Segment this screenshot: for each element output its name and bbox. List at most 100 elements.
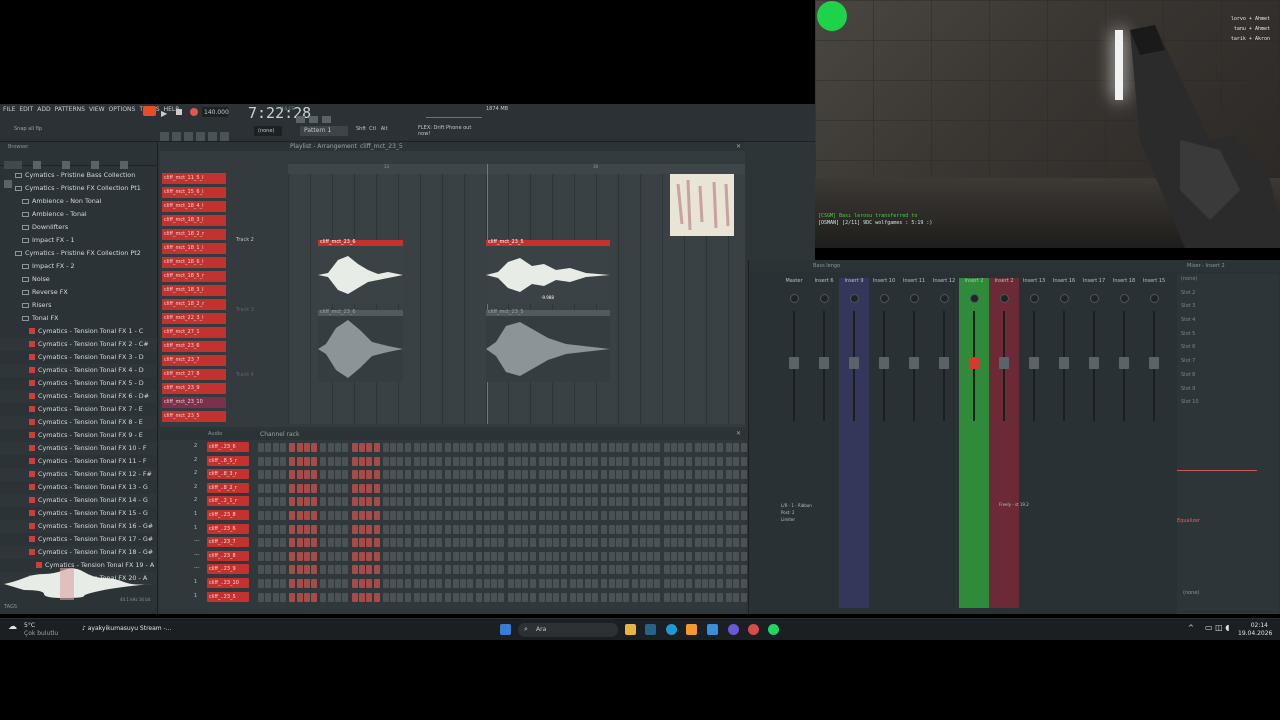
step-button[interactable] (390, 483, 397, 493)
menu-add[interactable]: ADD (35, 106, 52, 113)
step-button[interactable] (483, 538, 490, 548)
step-button[interactable] (320, 538, 327, 548)
step-button[interactable] (601, 483, 608, 493)
step-button[interactable] (726, 443, 732, 452)
step-button[interactable] (670, 483, 677, 493)
step-button[interactable] (452, 551, 459, 561)
step-button[interactable] (397, 551, 404, 561)
step-button[interactable] (303, 592, 310, 602)
step-button[interactable] (529, 483, 536, 493)
step-button[interactable] (601, 497, 608, 507)
step-button[interactable] (647, 443, 653, 452)
step-button[interactable] (507, 565, 514, 575)
step-button[interactable] (397, 456, 404, 466)
step-button[interactable] (716, 524, 723, 534)
step-button[interactable] (279, 511, 286, 520)
step-button[interactable] (258, 538, 264, 548)
step-button[interactable] (632, 456, 639, 466)
step-button[interactable] (491, 470, 497, 480)
step-button[interactable] (639, 497, 646, 507)
step-button[interactable] (320, 592, 327, 602)
step-button[interactable] (591, 524, 598, 534)
step-button[interactable] (404, 443, 411, 452)
audio-clip-muted[interactable]: cliff_mct_23_6 (318, 309, 403, 382)
step-button[interactable] (258, 592, 264, 602)
step-button[interactable] (702, 497, 709, 507)
fx-slot[interactable]: Slot 7 (1177, 358, 1279, 372)
step-button[interactable] (522, 565, 529, 575)
step-button[interactable] (570, 483, 576, 493)
step-button[interactable] (342, 511, 349, 520)
step-button[interactable] (320, 456, 327, 466)
step-button[interactable] (678, 443, 685, 452)
step-button[interactable] (459, 592, 466, 602)
step-button[interactable] (452, 538, 459, 548)
step-button[interactable] (421, 456, 428, 466)
pan-knob[interactable] (999, 294, 1009, 303)
step-button[interactable] (678, 483, 685, 493)
mixer-track-number[interactable]: 1 (194, 511, 197, 517)
step-button[interactable] (320, 483, 327, 493)
step-button[interactable] (351, 538, 358, 548)
step-button[interactable] (560, 456, 567, 466)
step-button[interactable] (601, 443, 608, 452)
step-button[interactable] (265, 538, 272, 548)
step-button[interactable] (483, 456, 490, 466)
browser-folder[interactable]: Cymatics - Pristine Bass Collection (0, 169, 157, 182)
step-button[interactable] (397, 511, 404, 520)
browser-folder[interactable]: Risers (0, 299, 157, 312)
step-button[interactable] (303, 565, 310, 575)
step-button[interactable] (483, 511, 490, 520)
step-button[interactable] (483, 443, 490, 452)
step-button[interactable] (670, 565, 677, 575)
step-button[interactable] (265, 497, 272, 507)
step-button[interactable] (623, 511, 630, 520)
step-button[interactable] (459, 443, 466, 452)
step-button[interactable] (553, 470, 560, 480)
step-button[interactable] (647, 511, 653, 520)
step-button[interactable] (279, 497, 286, 507)
step-button[interactable] (351, 456, 358, 466)
volume-fader[interactable] (969, 311, 979, 421)
step-button[interactable] (421, 551, 428, 561)
step-button[interactable] (428, 443, 435, 452)
step-button[interactable] (467, 592, 474, 602)
step-button[interactable] (491, 524, 497, 534)
step-button[interactable] (529, 579, 536, 588)
browser-file[interactable]: Cymatics - Tension Tonal FX 18 - G# (0, 546, 157, 559)
step-button[interactable] (327, 538, 334, 548)
step-button[interactable] (459, 470, 466, 480)
step-button[interactable] (577, 470, 584, 480)
step-button[interactable] (654, 497, 661, 507)
step-button[interactable] (608, 443, 615, 452)
step-button[interactable] (435, 443, 442, 452)
step-button[interactable] (258, 470, 264, 480)
step-button[interactable] (373, 497, 380, 507)
step-button[interactable] (740, 551, 747, 561)
step-button[interactable] (740, 470, 747, 480)
step-button[interactable] (342, 538, 349, 548)
step-button[interactable] (632, 551, 639, 561)
browser-folder[interactable]: Ambience - Non Tonal (0, 195, 157, 208)
step-button[interactable] (685, 456, 692, 466)
step-button[interactable] (670, 538, 677, 548)
step-button[interactable] (491, 443, 497, 452)
step-button[interactable] (435, 592, 442, 602)
playlist-clip-source[interactable]: cliff_mct_18_2_r (162, 299, 226, 310)
step-button[interactable] (320, 511, 327, 520)
step-button[interactable] (685, 579, 692, 588)
step-button[interactable] (382, 497, 389, 507)
step-button[interactable] (702, 511, 709, 520)
mixer-strip[interactable]: Insert 11 (899, 278, 929, 608)
step-button[interactable] (546, 565, 553, 575)
step-button[interactable] (591, 538, 598, 548)
step-button[interactable] (428, 565, 435, 575)
step-button[interactable] (289, 524, 296, 534)
browser-folder[interactable]: Noise (0, 273, 157, 286)
volume-fader[interactable] (1119, 311, 1129, 421)
step-button[interactable] (570, 470, 576, 480)
playlist-clip-source[interactable]: cliff_mct_18_3_l (162, 285, 226, 296)
step-button[interactable] (476, 579, 483, 588)
step-button[interactable] (529, 551, 536, 561)
step-button[interactable] (570, 565, 576, 575)
